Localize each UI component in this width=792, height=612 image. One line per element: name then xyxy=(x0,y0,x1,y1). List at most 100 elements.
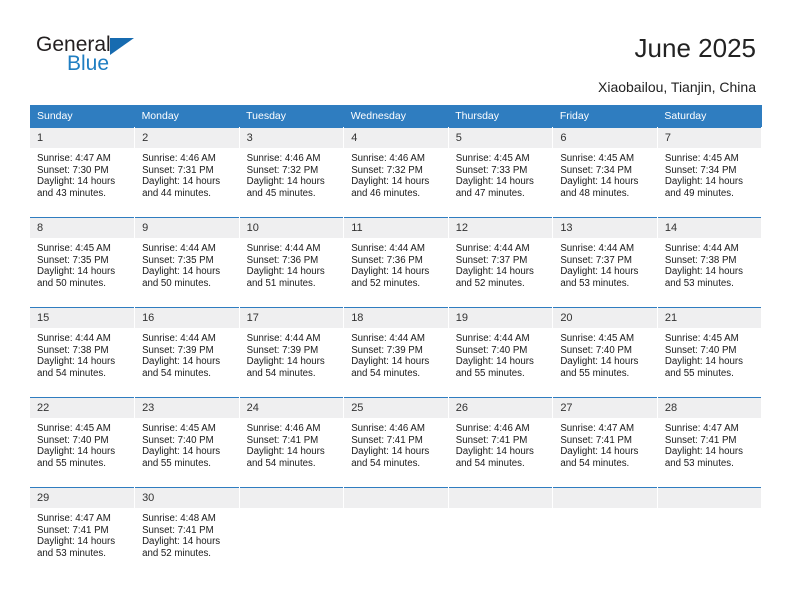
day-cell[interactable]: 27 Sunrise: 4:47 AM Sunset: 7:41 PM Dayl… xyxy=(552,397,658,488)
day-cell[interactable]: 24 Sunrise: 4:46 AM Sunset: 7:41 PM Dayl… xyxy=(239,397,345,488)
daylight-text-line2: and 54 minutes. xyxy=(351,457,421,469)
sunrise-text: Sunrise: 4:45 AM xyxy=(664,333,739,344)
daylight-text-line1: Daylight: 14 hours xyxy=(351,446,430,458)
daylight-text-line2: and 54 minutes. xyxy=(455,457,525,469)
day-cell[interactable]: 4 Sunrise: 4:46 AM Sunset: 7:32 PM Dayli… xyxy=(343,127,449,218)
daylight-text-line2: and 54 minutes. xyxy=(246,457,316,469)
sunrise-text: Sunrise: 4:46 AM xyxy=(455,423,530,434)
day-cell-empty xyxy=(343,487,449,578)
day-number: 8 xyxy=(30,218,135,238)
day-number: 2 xyxy=(135,128,239,148)
day-cell[interactable]: 28 Sunrise: 4:47 AM Sunset: 7:41 PM Dayl… xyxy=(657,397,763,488)
weekday-header-tuesday: Tuesday xyxy=(239,105,344,128)
day-number: 9 xyxy=(135,218,239,238)
day-number: 28 xyxy=(657,398,762,418)
day-info: Sunrise: 4:46 AM Sunset: 7:41 PM Dayligh… xyxy=(344,418,448,469)
day-number: 29 xyxy=(30,488,135,508)
day-cell[interactable]: 15 Sunrise: 4:44 AM Sunset: 7:38 PM Dayl… xyxy=(30,307,136,398)
day-info: Sunrise: 4:46 AM Sunset: 7:31 PM Dayligh… xyxy=(135,148,239,199)
day-cell[interactable]: 16 Sunrise: 4:44 AM Sunset: 7:39 PM Dayl… xyxy=(134,307,240,398)
sunset-text: Sunset: 7:35 PM xyxy=(37,254,109,266)
day-cell[interactable]: 12 Sunrise: 4:44 AM Sunset: 7:37 PM Dayl… xyxy=(448,217,554,308)
day-cell[interactable]: 6 Sunrise: 4:45 AM Sunset: 7:34 PM Dayli… xyxy=(552,127,658,218)
day-cell[interactable]: 9 Sunrise: 4:44 AM Sunset: 7:35 PM Dayli… xyxy=(134,217,240,308)
sunrise-text: Sunrise: 4:45 AM xyxy=(142,423,216,434)
daylight-text-line2: and 53 minutes. xyxy=(664,457,734,469)
day-info: Sunrise: 4:47 AM Sunset: 7:30 PM Dayligh… xyxy=(30,148,134,199)
day-info xyxy=(240,508,344,513)
day-cell[interactable]: 22 Sunrise: 4:45 AM Sunset: 7:40 PM Dayl… xyxy=(30,397,136,488)
day-number xyxy=(657,488,762,508)
day-cell[interactable]: 5 Sunrise: 4:45 AM Sunset: 7:33 PM Dayli… xyxy=(448,127,554,218)
day-info: Sunrise: 4:44 AM Sunset: 7:36 PM Dayligh… xyxy=(240,238,344,289)
day-cell[interactable]: 26 Sunrise: 4:46 AM Sunset: 7:41 PM Dayl… xyxy=(448,397,554,488)
day-number: 11 xyxy=(344,218,448,238)
calendar-week-row: 15 Sunrise: 4:44 AM Sunset: 7:38 PM Dayl… xyxy=(30,307,763,398)
day-cell[interactable]: 20 Sunrise: 4:45 AM Sunset: 7:40 PM Dayl… xyxy=(552,307,658,398)
page-subtitle-location: Xiaobailou, Tianjin, China xyxy=(598,79,756,95)
day-cell[interactable]: 21 Sunrise: 4:45 AM Sunset: 7:40 PM Dayl… xyxy=(657,307,763,398)
day-info xyxy=(553,508,657,513)
day-number: 23 xyxy=(135,398,239,418)
daylight-text-line1: Daylight: 14 hours xyxy=(560,446,639,458)
day-cell[interactable]: 13 Sunrise: 4:44 AM Sunset: 7:37 PM Dayl… xyxy=(552,217,658,308)
day-cell[interactable]: 23 Sunrise: 4:45 AM Sunset: 7:40 PM Dayl… xyxy=(134,397,240,488)
daylight-text-line2: and 47 minutes. xyxy=(455,187,525,199)
day-cell[interactable]: 8 Sunrise: 4:45 AM Sunset: 7:35 PM Dayli… xyxy=(30,217,136,308)
page-header: General Blue June 2025 Xiaobailou, Tianj… xyxy=(0,0,792,100)
sunset-text: Sunset: 7:41 PM xyxy=(664,434,737,446)
sunrise-text: Sunrise: 4:44 AM xyxy=(37,333,111,344)
sunrise-text: Sunrise: 4:46 AM xyxy=(246,153,321,164)
sunset-text: Sunset: 7:34 PM xyxy=(664,164,737,176)
sunset-text: Sunset: 7:36 PM xyxy=(351,254,423,266)
day-number: 19 xyxy=(448,308,553,328)
day-number: 5 xyxy=(448,128,553,148)
daylight-text-line1: Daylight: 14 hours xyxy=(664,446,743,458)
daylight-text-line2: and 50 minutes. xyxy=(142,277,211,289)
day-cell[interactable]: 1 Sunrise: 4:47 AM Sunset: 7:30 PM Dayli… xyxy=(30,127,136,218)
sunrise-text: Sunrise: 4:48 AM xyxy=(142,513,216,524)
daylight-text-line1: Daylight: 14 hours xyxy=(560,356,639,368)
sunset-text: Sunset: 7:41 PM xyxy=(560,434,632,446)
general-blue-logo: General Blue xyxy=(36,33,196,83)
day-number: 26 xyxy=(448,398,553,418)
day-number: 18 xyxy=(344,308,448,328)
day-info: Sunrise: 4:48 AM Sunset: 7:41 PM Dayligh… xyxy=(135,508,239,559)
day-cell[interactable]: 11 Sunrise: 4:44 AM Sunset: 7:36 PM Dayl… xyxy=(343,217,449,308)
day-cell[interactable]: 17 Sunrise: 4:44 AM Sunset: 7:39 PM Dayl… xyxy=(239,307,345,398)
daylight-text-line2: and 51 minutes. xyxy=(246,277,316,289)
day-cell[interactable]: 2 Sunrise: 4:46 AM Sunset: 7:31 PM Dayli… xyxy=(134,127,240,218)
daylight-text-line1: Daylight: 14 hours xyxy=(37,446,116,458)
day-number xyxy=(448,488,553,508)
calendar-week-row: 22 Sunrise: 4:45 AM Sunset: 7:40 PM Dayl… xyxy=(30,397,763,488)
day-cell[interactable]: 29 Sunrise: 4:47 AM Sunset: 7:41 PM Dayl… xyxy=(30,487,136,578)
sunset-text: Sunset: 7:36 PM xyxy=(246,254,319,266)
day-cell[interactable]: 18 Sunrise: 4:44 AM Sunset: 7:39 PM Dayl… xyxy=(343,307,449,398)
sunset-text: Sunset: 7:37 PM xyxy=(560,254,632,266)
sunrise-text: Sunrise: 4:45 AM xyxy=(560,153,635,164)
day-number: 6 xyxy=(553,128,657,148)
weekday-header-sunday: Sunday xyxy=(30,105,135,128)
day-cell[interactable]: 3 Sunrise: 4:46 AM Sunset: 7:32 PM Dayli… xyxy=(239,127,345,218)
sunset-text: Sunset: 7:40 PM xyxy=(455,344,528,356)
day-info: Sunrise: 4:44 AM Sunset: 7:38 PM Dayligh… xyxy=(658,238,762,289)
daylight-text-line1: Daylight: 14 hours xyxy=(142,446,221,458)
day-cell[interactable]: 7 Sunrise: 4:45 AM Sunset: 7:34 PM Dayli… xyxy=(657,127,763,218)
daylight-text-line2: and 53 minutes. xyxy=(560,277,630,289)
day-cell-empty xyxy=(448,487,554,578)
day-info xyxy=(449,508,553,513)
day-cell[interactable]: 10 Sunrise: 4:44 AM Sunset: 7:36 PM Dayl… xyxy=(239,217,345,308)
day-info: Sunrise: 4:47 AM Sunset: 7:41 PM Dayligh… xyxy=(553,418,657,469)
weekday-header-friday: Friday xyxy=(552,105,658,128)
sunset-text: Sunset: 7:38 PM xyxy=(664,254,737,266)
day-number: 27 xyxy=(553,398,657,418)
day-info: Sunrise: 4:45 AM Sunset: 7:34 PM Dayligh… xyxy=(658,148,762,199)
day-cell[interactable]: 30 Sunrise: 4:48 AM Sunset: 7:41 PM Dayl… xyxy=(134,487,240,578)
day-cell[interactable]: 19 Sunrise: 4:44 AM Sunset: 7:40 PM Dayl… xyxy=(448,307,554,398)
day-cell[interactable]: 14 Sunrise: 4:44 AM Sunset: 7:38 PM Dayl… xyxy=(657,217,763,308)
day-cell[interactable]: 25 Sunrise: 4:46 AM Sunset: 7:41 PM Dayl… xyxy=(343,397,449,488)
day-info: Sunrise: 4:44 AM Sunset: 7:37 PM Dayligh… xyxy=(449,238,553,289)
day-info: Sunrise: 4:44 AM Sunset: 7:36 PM Dayligh… xyxy=(344,238,448,289)
calendar-grid: Sunday Monday Tuesday Wednesday Thursday… xyxy=(30,105,763,578)
day-info: Sunrise: 4:46 AM Sunset: 7:41 PM Dayligh… xyxy=(240,418,344,469)
